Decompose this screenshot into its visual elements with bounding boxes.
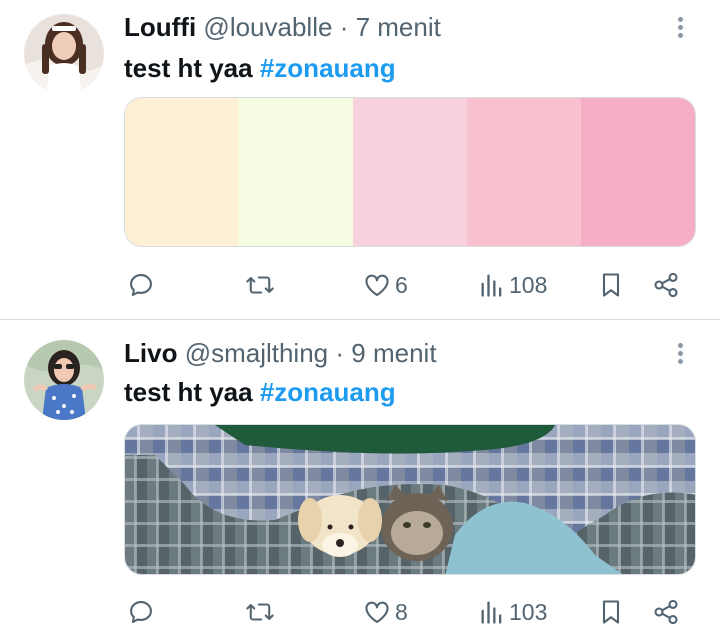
views-icon (481, 274, 502, 297)
avatar[interactable] (24, 340, 104, 420)
reply-button[interactable] (127, 592, 155, 632)
action-bar: 8 103 (0, 592, 720, 632)
bookmark-icon (602, 600, 620, 624)
tweet[interactable]: Livo @smajlthing · 9 menit test ht yaa #… (0, 320, 720, 639)
media-color-palette[interactable] (124, 97, 696, 247)
tweet-header: Livo @smajlthing · 9 menit (124, 338, 437, 368)
share-icon (654, 599, 678, 625)
like-button[interactable]: 8 (363, 592, 408, 632)
reply-icon (130, 601, 152, 623)
tweet-header: Louffi @louvablle · 7 menit (124, 12, 441, 42)
retweet-button[interactable] (245, 265, 275, 305)
media-photo[interactable] (124, 424, 696, 575)
bookmark-button[interactable] (599, 265, 623, 305)
heart-icon (365, 274, 389, 296)
palette-swatch (581, 98, 695, 246)
views-button[interactable]: 108 (479, 265, 547, 305)
share-button[interactable] (652, 265, 680, 305)
timestamp[interactable]: 7 menit (356, 12, 441, 42)
reply-button[interactable] (127, 265, 155, 305)
share-button[interactable] (652, 592, 680, 632)
timestamp[interactable]: 9 menit (351, 338, 436, 368)
views-icon (481, 601, 502, 624)
view-count: 108 (509, 271, 548, 298)
share-icon (654, 272, 678, 298)
tweet-body: test ht yaa (124, 53, 253, 83)
more-vertical-icon[interactable] (670, 14, 690, 44)
palette-swatch (467, 98, 581, 246)
palette-swatch (353, 98, 467, 246)
avatar[interactable] (24, 14, 104, 94)
cat-photo (125, 425, 695, 574)
tweet-text: test ht yaa #zonauang (124, 52, 396, 84)
separator: · (335, 338, 345, 368)
retweet-icon (246, 603, 274, 621)
like-button[interactable]: 6 (363, 265, 408, 305)
palette-swatch (125, 98, 239, 246)
separator: · (339, 12, 349, 42)
user-handle[interactable]: @louvablle (203, 12, 332, 42)
hashtag-link[interactable]: #zonauang (260, 377, 396, 407)
reply-icon (130, 274, 152, 296)
display-name[interactable]: Livo (124, 338, 177, 368)
hashtag-link[interactable]: #zonauang (260, 53, 396, 83)
display-name[interactable]: Louffi (124, 12, 196, 42)
palette-swatch (239, 98, 353, 246)
tweet-body: test ht yaa (124, 377, 253, 407)
tweet[interactable]: Louffi @louvablle · 7 menit test ht yaa … (0, 0, 720, 320)
tweet-text: test ht yaa #zonauang (124, 376, 396, 408)
more-vertical-icon[interactable] (670, 340, 690, 370)
like-count: 8 (395, 598, 408, 625)
views-button[interactable]: 103 (479, 592, 547, 632)
user-handle[interactable]: @smajlthing (185, 338, 328, 368)
retweet-button[interactable] (245, 592, 275, 632)
view-count: 103 (509, 598, 548, 625)
heart-icon (365, 601, 389, 623)
bookmark-button[interactable] (599, 592, 623, 632)
action-bar: 6 108 (0, 265, 720, 305)
like-count: 6 (395, 271, 408, 298)
retweet-icon (246, 276, 274, 294)
bookmark-icon (602, 273, 620, 297)
